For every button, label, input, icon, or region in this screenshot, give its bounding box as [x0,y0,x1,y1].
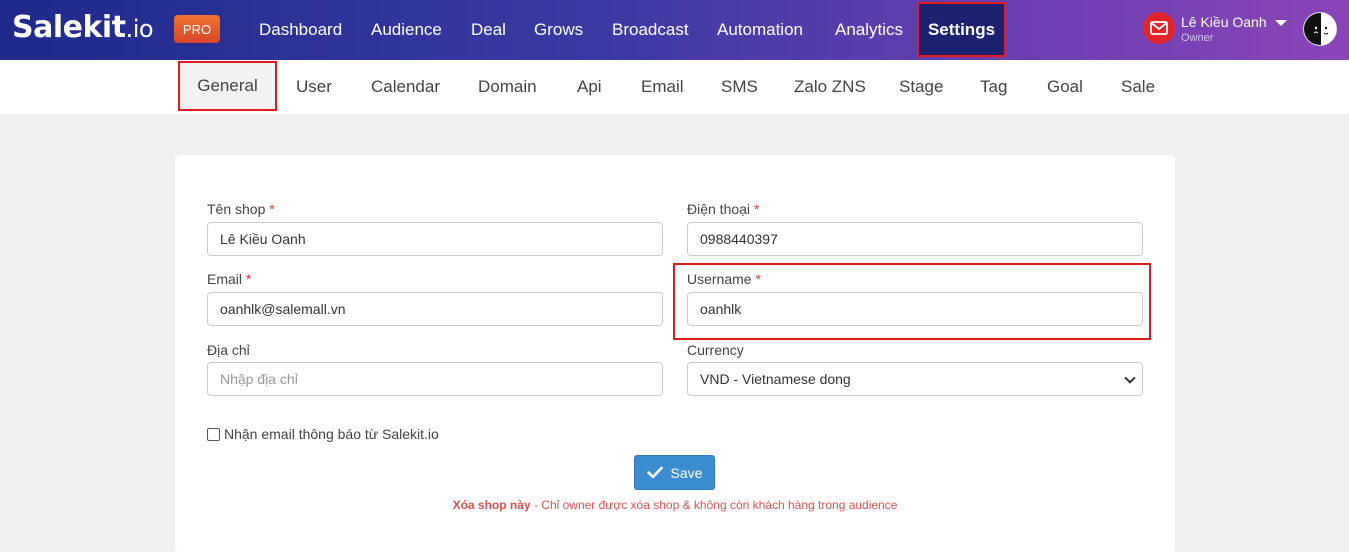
mail-icon[interactable] [1143,12,1175,44]
tab-zalo-zns[interactable]: Zalo ZNS [794,60,866,114]
tab-domain[interactable]: Domain [478,60,537,114]
nav-grows[interactable]: Grows [534,0,583,60]
avatar-yin-yang-icon [1304,13,1336,45]
delete-shop-link[interactable]: Xóa shop này [453,498,531,512]
tab-goal[interactable]: Goal [1047,60,1083,114]
top-navbar: Salekit.io PRO Dashboard Audience Deal G… [0,0,1349,60]
tab-general[interactable]: General [178,61,277,111]
avatar[interactable] [1303,12,1337,46]
general-settings-card: Tên shop * Điện thoại * Email * Username… [175,155,1175,552]
tab-calendar[interactable]: Calendar [371,60,440,114]
nav-broadcast[interactable]: Broadcast [612,0,689,60]
nav-dashboard[interactable]: Dashboard [259,0,342,60]
username-input[interactable] [687,292,1143,326]
tab-stage[interactable]: Stage [899,60,943,114]
address-input[interactable] [207,362,663,396]
settings-subnav: General User Calendar Domain Api Email S… [0,60,1349,114]
save-label: Save [670,464,703,481]
tab-tag[interactable]: Tag [980,60,1007,114]
notify-email-checkbox[interactable] [207,428,220,441]
email-input[interactable] [207,292,663,326]
nav-deal[interactable]: Deal [471,0,506,60]
notify-email-label[interactable]: Nhận email thông báo từ Salekit.io [224,426,439,442]
user-role: Owner [1181,32,1214,44]
currency-label: Currency [687,342,744,358]
address-label: Địa chỉ [207,342,250,358]
username-label: Username * [687,271,761,287]
currency-select[interactable]: VND - Vietnamese dong [687,362,1143,396]
nav-automation[interactable]: Automation [717,0,803,60]
pro-badge: PRO [174,15,220,43]
tab-api[interactable]: Api [577,60,602,114]
email-label: Email * [207,271,252,287]
caret-down-icon[interactable] [1275,20,1287,26]
nav-analytics[interactable]: Analytics [835,0,903,60]
envelope-icon [1150,21,1168,35]
shop-name-label: Tên shop * [207,201,275,217]
salekit-logo[interactable]: Salekit.io [12,10,154,45]
user-name[interactable]: Lê Kiều Oanh [1181,14,1267,30]
delete-shop-notice: Xóa shop này - Chỉ owner được xóa shop &… [175,498,1175,512]
logo-main: Salekit [12,10,126,45]
chevron-down-icon [1124,372,1136,384]
nav-settings[interactable]: Settings [917,2,1006,57]
tab-user[interactable]: User [296,60,332,114]
currency-selected-value: VND - Vietnamese dong [700,371,851,387]
shop-name-input[interactable] [207,222,663,256]
phone-label: Điện thoại * [687,201,760,217]
logo-suffix: .io [125,15,154,43]
nav-audience[interactable]: Audience [371,0,442,60]
tab-email[interactable]: Email [641,60,684,114]
delete-shop-note: - Chỉ owner được xóa shop & không còn kh… [530,498,898,512]
phone-input[interactable] [687,222,1143,256]
tab-sms[interactable]: SMS [721,60,758,114]
tab-sale[interactable]: Sale [1121,60,1155,114]
checkmark-icon [646,466,663,479]
save-button[interactable]: Save [634,455,715,490]
